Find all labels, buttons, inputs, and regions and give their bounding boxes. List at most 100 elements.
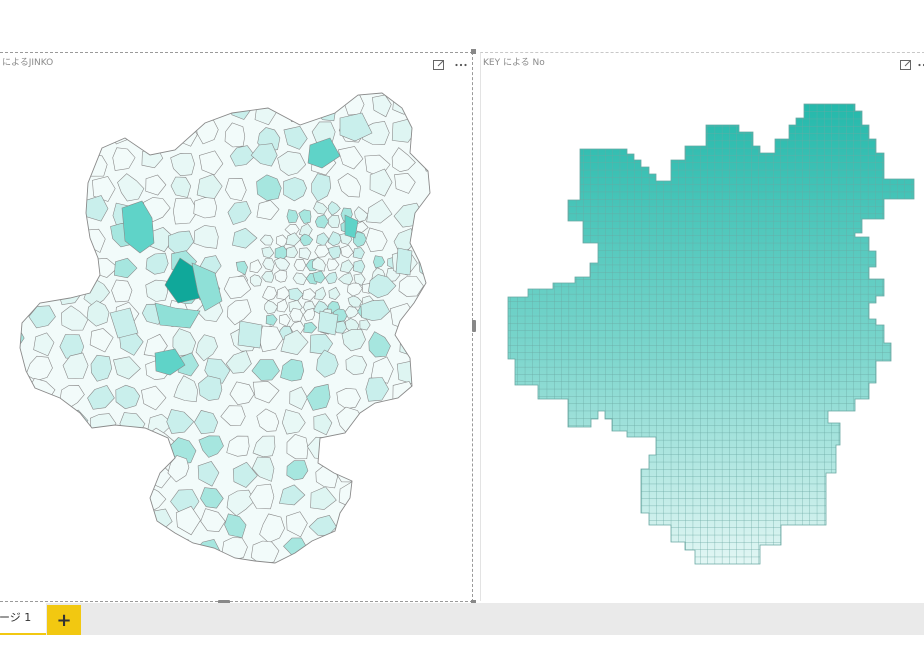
map-district	[363, 534, 389, 559]
map-district	[64, 540, 86, 561]
map-district	[20, 357, 26, 383]
map-district	[372, 434, 393, 459]
map-district	[287, 99, 310, 122]
map-district	[63, 202, 87, 225]
add-page-button[interactable]: +	[47, 605, 81, 635]
map-district	[395, 506, 419, 532]
map-district	[63, 119, 90, 146]
map-district	[339, 513, 371, 540]
resize-handle-right[interactable]	[472, 320, 476, 332]
map-district	[20, 122, 27, 145]
map-district	[365, 511, 392, 536]
map-district	[390, 411, 418, 432]
map-district	[428, 171, 430, 198]
map-district	[54, 490, 82, 512]
map-district	[20, 253, 24, 281]
map-district	[61, 439, 84, 463]
map-district	[201, 565, 224, 591]
map-district	[27, 513, 53, 539]
map-district	[53, 93, 84, 116]
map-district	[63, 254, 84, 283]
mesh-grid-map[interactable]	[481, 53, 924, 601]
map-district	[20, 515, 23, 541]
map-district	[426, 197, 430, 218]
map-district	[422, 222, 430, 247]
map-district	[86, 93, 110, 118]
map-district	[92, 567, 118, 588]
map-district	[20, 385, 29, 411]
grid-map-visual-no[interactable]: KEY による No	[480, 52, 924, 601]
page-tab-bar: ページ 1 +	[0, 603, 924, 635]
map-district-highlighted	[317, 310, 339, 336]
map-district	[111, 100, 138, 125]
map-district	[20, 433, 29, 459]
map-district	[54, 227, 81, 252]
map-district	[20, 94, 27, 121]
map-district	[29, 95, 56, 119]
map-district	[110, 433, 135, 459]
map-district	[175, 95, 201, 120]
map-district	[173, 539, 196, 563]
map-district	[221, 537, 248, 561]
map-district	[279, 561, 303, 563]
map-district	[420, 121, 430, 145]
map-district	[389, 536, 416, 562]
map-district	[30, 199, 58, 225]
map-district	[421, 385, 430, 409]
map-district	[328, 215, 341, 229]
map-district	[33, 272, 61, 296]
choropleth-map[interactable]	[0, 53, 472, 601]
map-district	[392, 381, 417, 408]
map-district	[362, 462, 391, 489]
map-district	[421, 456, 430, 484]
map-district	[425, 534, 430, 561]
map-district	[7, 564, 33, 590]
map-district	[423, 480, 430, 505]
map-district	[20, 274, 28, 298]
tab-page-1[interactable]: ページ 1	[0, 603, 46, 635]
map-district	[312, 564, 334, 588]
map-district	[200, 93, 228, 119]
map-district	[20, 149, 27, 173]
map-district	[395, 483, 421, 509]
map-district	[120, 490, 146, 512]
map-district	[118, 534, 144, 559]
map-district	[29, 533, 59, 558]
map-district-highlighted	[395, 247, 413, 276]
map-district	[87, 486, 113, 511]
map-district	[61, 150, 90, 173]
map-district	[364, 411, 391, 436]
map-district	[392, 93, 419, 115]
map-district	[315, 99, 337, 122]
map-district	[61, 461, 85, 484]
map-district	[336, 539, 364, 563]
map-district	[419, 354, 430, 382]
map-district	[28, 126, 55, 153]
status-area	[0, 635, 924, 660]
map-district	[20, 177, 29, 202]
map-district	[61, 562, 84, 563]
map-district	[20, 462, 28, 488]
map-district	[91, 510, 116, 534]
map-district	[20, 485, 28, 512]
resize-handle-corner[interactable]	[471, 49, 476, 54]
map-district	[422, 559, 430, 563]
map-district	[26, 246, 50, 272]
map-district	[88, 535, 117, 559]
map-district	[88, 463, 109, 487]
map-district	[429, 324, 430, 349]
map-district	[363, 488, 386, 514]
map-district	[342, 431, 369, 458]
map-district	[224, 561, 248, 563]
filled-map-visual-jinko[interactable]: によるJINKO	[0, 49, 476, 605]
map-district	[25, 402, 51, 431]
map-district	[339, 567, 366, 593]
map-district	[193, 197, 218, 219]
map-district	[176, 571, 200, 593]
map-district	[424, 303, 430, 328]
map-district	[34, 568, 56, 589]
map-district	[110, 120, 136, 145]
map-district	[27, 225, 50, 254]
map-district	[258, 567, 285, 590]
map-district	[60, 172, 86, 199]
